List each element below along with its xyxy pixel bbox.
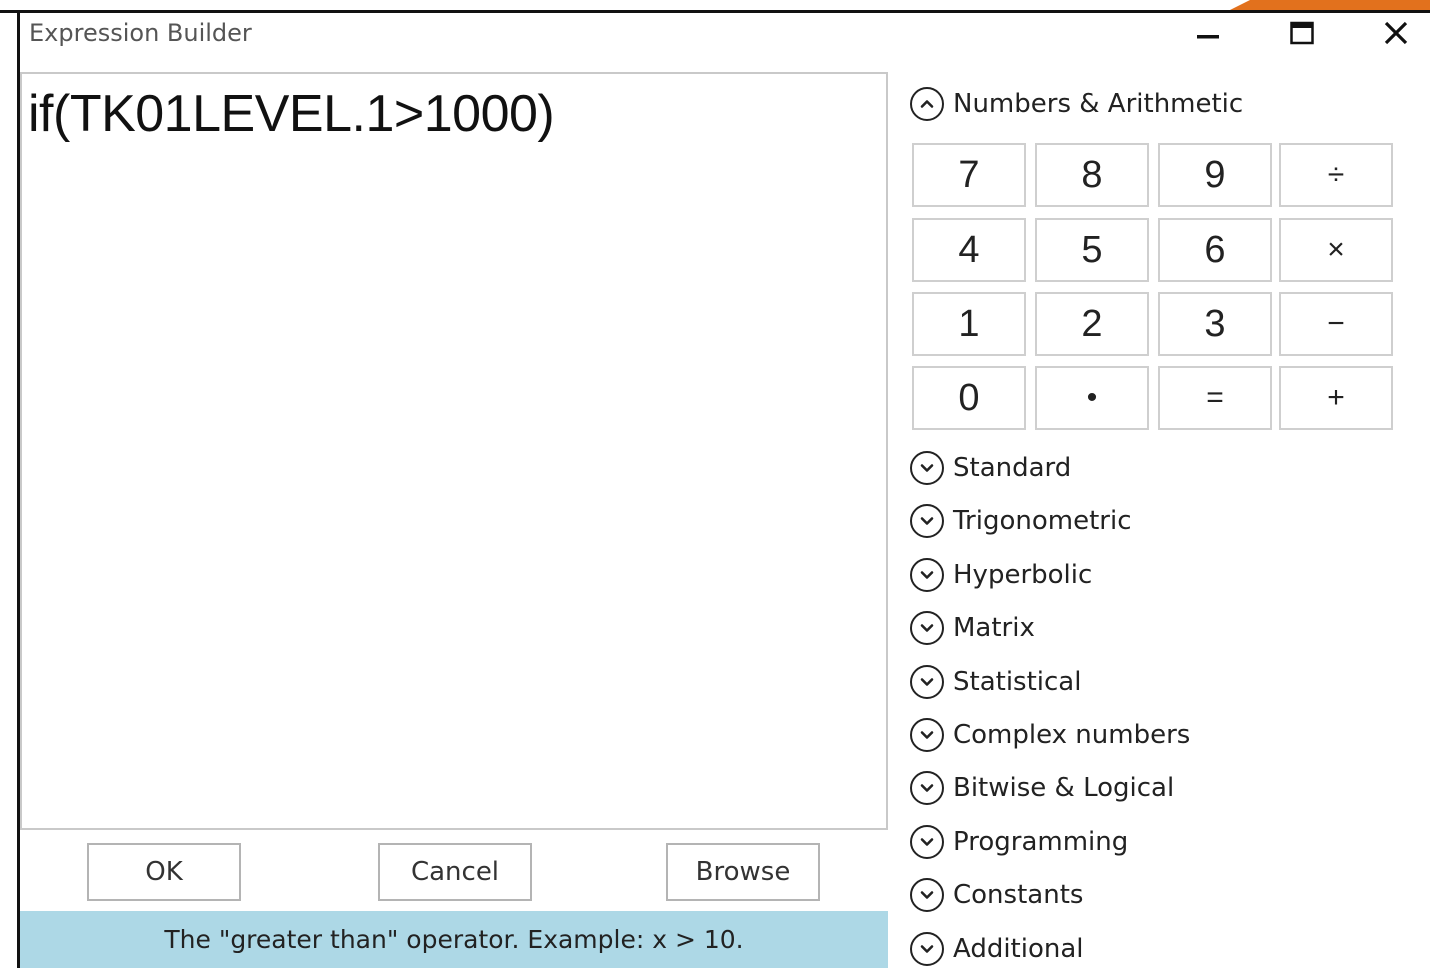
minimize-icon xyxy=(1197,35,1219,39)
expression-text: if(TK01LEVEL.1>1000) xyxy=(28,85,555,143)
section-label: Bitwise & Logical xyxy=(953,773,1175,803)
key-3-3[interactable]: + xyxy=(1279,366,1393,430)
ok-button[interactable]: OK xyxy=(87,843,241,901)
section-label: Matrix xyxy=(953,613,1035,643)
status-message: The "greater than" operator. Example: x … xyxy=(164,925,744,954)
function-panel: Numbers & Arithmetic 7 8 9 ÷ 4 5 6 × 1 2 3− 0 • = + St… xyxy=(908,72,1430,968)
key-1-2[interactable]: 6 xyxy=(1158,218,1272,282)
expression-builder-window: Expression Builder if(TK01LEVEL.1>1000) xyxy=(17,13,1430,968)
key-0-3[interactable]: ÷ xyxy=(1279,143,1393,207)
chevron-down-icon xyxy=(910,504,944,538)
chevron-down-icon xyxy=(910,558,944,592)
section-label: Complex numbers xyxy=(953,720,1191,750)
window-title: Expression Builder xyxy=(29,19,252,47)
close-button[interactable] xyxy=(1366,13,1426,53)
section-label: Statistical xyxy=(953,667,1082,697)
maximize-button[interactable] xyxy=(1272,13,1332,53)
title-bar: Expression Builder xyxy=(20,13,1430,57)
section-label: Additional xyxy=(953,934,1084,964)
expression-editor[interactable]: if(TK01LEVEL.1>1000) xyxy=(20,72,888,830)
section-programming[interactable]: Programming xyxy=(910,820,1128,864)
chevron-down-icon xyxy=(910,451,944,485)
section-label: Hyperbolic xyxy=(953,560,1093,590)
section-label: Numbers & Arithmetic xyxy=(953,89,1244,119)
key-2-0[interactable]: 1 xyxy=(912,292,1026,356)
status-bar: The "greater than" operator. Example: x … xyxy=(20,911,888,968)
key-2-1[interactable]: 2 xyxy=(1035,292,1149,356)
close-icon xyxy=(1384,21,1408,45)
section-numbers-arithmetic[interactable]: Numbers & Arithmetic xyxy=(910,82,1243,126)
key-2-2[interactable]: 3 xyxy=(1158,292,1272,356)
key-0-2[interactable]: 9 xyxy=(1158,143,1272,207)
action-button-row: OK Cancel Browse xyxy=(20,833,888,911)
key-3-1[interactable]: • xyxy=(1035,366,1149,430)
key-3-0[interactable]: 0 xyxy=(912,366,1026,430)
section-standard[interactable]: Standard xyxy=(910,446,1071,490)
key-0-1[interactable]: 8 xyxy=(1035,143,1149,207)
chevron-down-icon xyxy=(910,718,944,752)
section-trigonometric[interactable]: Trigonometric xyxy=(910,499,1132,543)
key-1-0[interactable]: 4 xyxy=(912,218,1026,282)
screenshot-frame: Expression Builder if(TK01LEVEL.1>1000) xyxy=(0,0,1430,968)
section-matrix[interactable]: Matrix xyxy=(910,606,1035,650)
chevron-down-icon xyxy=(910,825,944,859)
chevron-up-icon xyxy=(910,87,944,121)
top-edge xyxy=(0,0,1430,13)
chevron-down-icon xyxy=(910,611,944,645)
section-label: Trigonometric xyxy=(953,506,1132,536)
section-label: Constants xyxy=(953,880,1084,910)
browse-button[interactable]: Browse xyxy=(666,843,820,901)
cancel-button[interactable]: Cancel xyxy=(378,843,532,901)
section-label: Programming xyxy=(953,827,1129,857)
section-complex-numbers[interactable]: Complex numbers xyxy=(910,713,1190,757)
maximize-icon xyxy=(1290,21,1314,45)
key-0-0[interactable]: 7 xyxy=(912,143,1026,207)
chevron-down-icon xyxy=(910,932,944,966)
key-1-1[interactable]: 5 xyxy=(1035,218,1149,282)
key-2-3[interactable]: − xyxy=(1279,292,1393,356)
section-bitwise-logical[interactable]: Bitwise & Logical xyxy=(910,766,1174,810)
section-label: Standard xyxy=(953,453,1072,483)
key-1-3[interactable]: × xyxy=(1279,218,1393,282)
section-additional[interactable]: Additional xyxy=(910,927,1084,968)
section-constants[interactable]: Constants xyxy=(910,873,1083,917)
chevron-down-icon xyxy=(910,665,944,699)
section-hyperbolic[interactable]: Hyperbolic xyxy=(910,553,1092,597)
chevron-down-icon xyxy=(910,878,944,912)
minimize-button[interactable] xyxy=(1178,13,1238,53)
key-3-2[interactable]: = xyxy=(1158,366,1272,430)
keypad: 7 8 9 ÷ 4 5 6 × 1 2 3− 0 • = + xyxy=(912,143,1398,433)
accent-corner xyxy=(1230,0,1430,10)
section-statistical[interactable]: Statistical xyxy=(910,660,1081,704)
chevron-down-icon xyxy=(910,771,944,805)
